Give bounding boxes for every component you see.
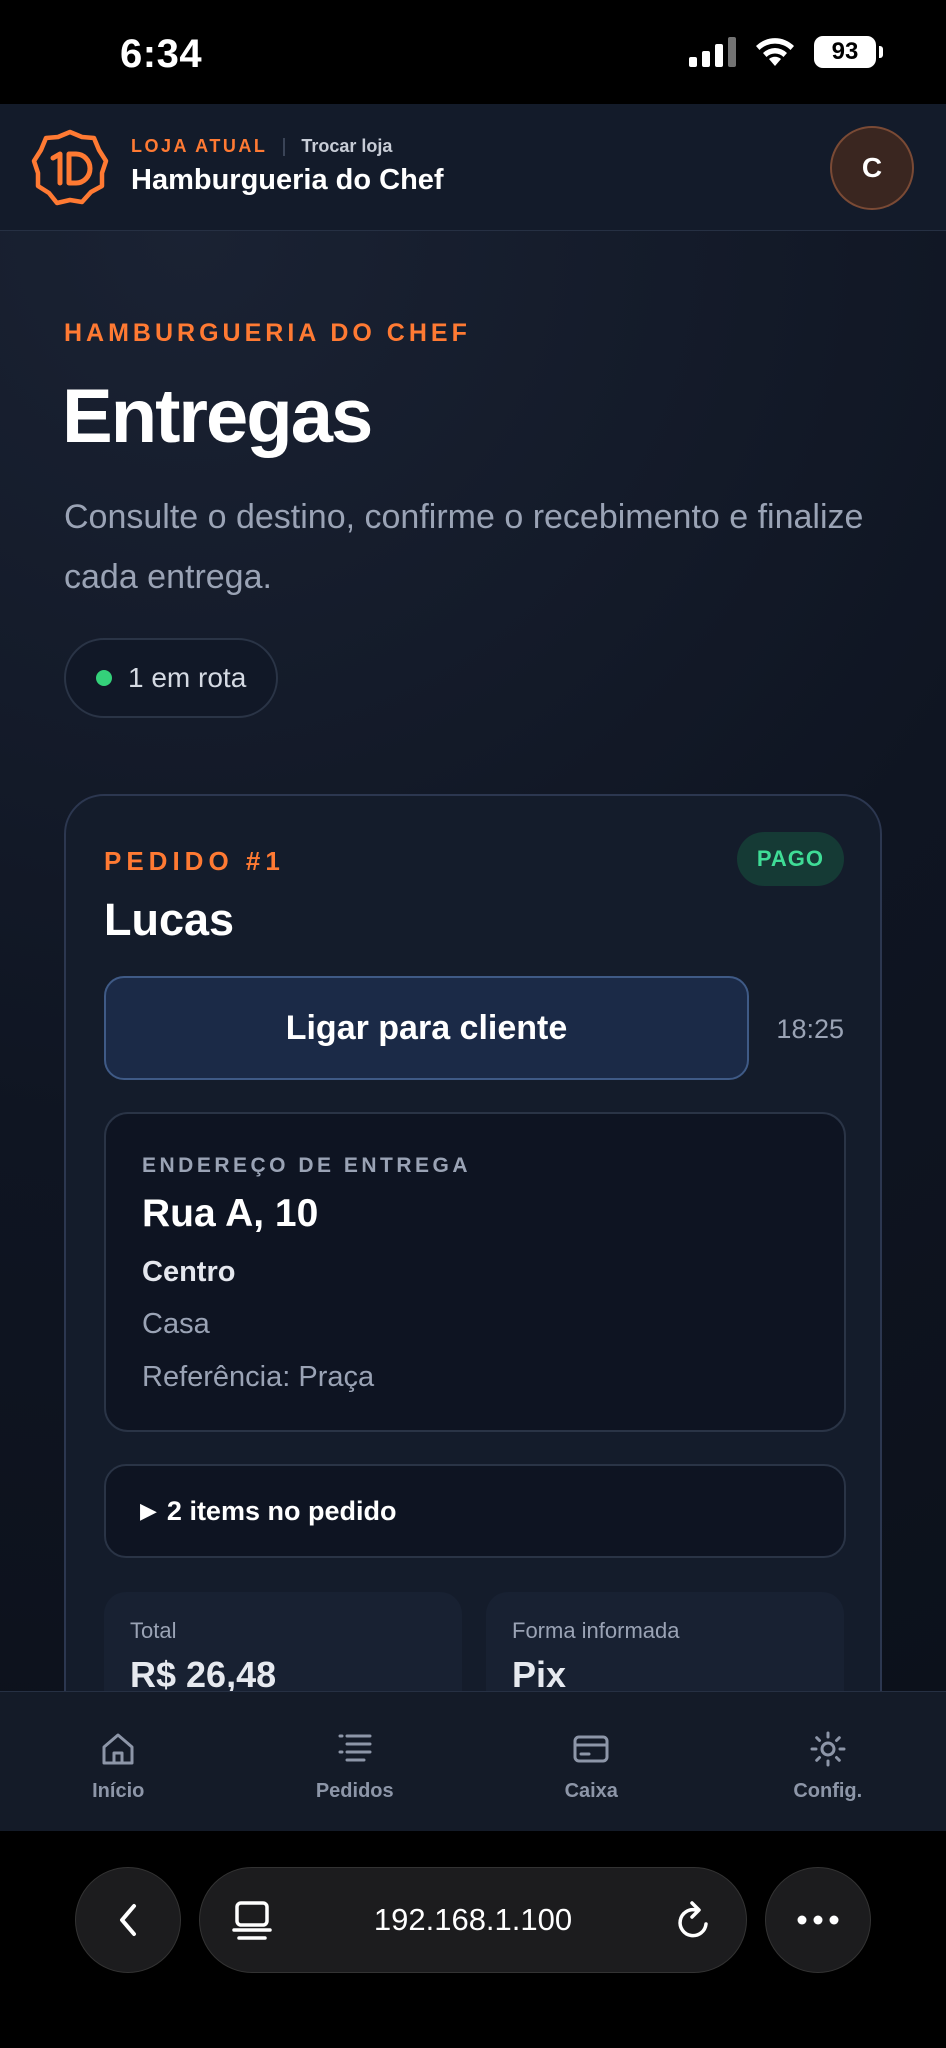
- total-stat: Total R$ 26,48: [104, 1592, 462, 1691]
- page-description: Consulte o destino, confirme o recebimen…: [64, 498, 864, 596]
- card-icon: [573, 1735, 609, 1763]
- total-label: Total: [130, 1618, 177, 1643]
- url-text: 192.168.1.100: [373, 1902, 573, 1937]
- order-card: PEDIDO #1 PAGO Lucas Ligar para cliente …: [64, 794, 882, 1691]
- nav-label: Pedidos: [315, 1780, 394, 1802]
- nav-label: Caixa: [564, 1780, 618, 1802]
- order-items-toggle[interactable]: ▶ 2 items no pedido: [104, 1464, 846, 1558]
- address-bar[interactable]: 192.168.1.100: [199, 1867, 747, 1973]
- signal-icon: [689, 37, 736, 67]
- bottom-nav: Início Pedidos Caixa Config.: [0, 1691, 946, 1831]
- address-district: Centro: [142, 1256, 236, 1288]
- in-route-status-chip: 1 em rota: [64, 638, 279, 718]
- current-store-label: LOJA ATUAL: [131, 136, 268, 156]
- app-header: LOJA ATUAL Trocar loja Hamburgueria do C…: [0, 104, 946, 231]
- expand-triangle-icon: ▶: [140, 1498, 157, 1523]
- more-icon: [797, 1915, 839, 1925]
- nav-label: Config.: [793, 1780, 863, 1802]
- payment-status-badge: PAGO: [736, 832, 844, 886]
- list-icon: [338, 1734, 372, 1762]
- nav-label: Início: [92, 1780, 145, 1802]
- battery-indicator: 93: [814, 36, 883, 68]
- delivery-address-box: ENDEREÇO DE ENTREGA Rua A, 10 Centro Cas…: [104, 1112, 846, 1432]
- main-content[interactable]: HAMBURGUERIA DO CHEF Entregas Consulte o…: [0, 231, 946, 1691]
- status-icons: 93: [689, 36, 883, 68]
- status-chip-label: 1 em rota: [128, 662, 247, 693]
- browser-back-button[interactable]: [75, 1867, 181, 1973]
- store-name: Hamburgueria do Chef: [131, 164, 444, 196]
- home-icon: [102, 1733, 134, 1765]
- address-reference: Referência: Praça: [142, 1361, 375, 1393]
- payment-method-value: Pix: [512, 1654, 567, 1691]
- order-time: 18:25: [776, 1014, 844, 1044]
- payment-method-label: Forma informada: [512, 1618, 680, 1643]
- total-value: R$ 26,48: [130, 1654, 277, 1691]
- nav-item-caixa[interactable]: Caixa: [473, 1692, 710, 1831]
- divider: [283, 137, 286, 156]
- store-logo-icon: [31, 129, 109, 206]
- nav-item-inicio[interactable]: Início: [0, 1692, 237, 1831]
- avatar[interactable]: C: [830, 126, 914, 210]
- browser-more-button[interactable]: [765, 1867, 871, 1973]
- address-complement: Casa: [142, 1308, 210, 1340]
- order-number: PEDIDO #1: [104, 846, 285, 876]
- wifi-icon: [756, 38, 794, 66]
- items-summary: 2 items no pedido: [166, 1495, 397, 1526]
- chevron-left-icon: [120, 1904, 136, 1936]
- payment-method-stat: Forma informada Pix: [486, 1592, 844, 1691]
- clock: 6:34: [120, 32, 203, 76]
- nav-item-pedidos[interactable]: Pedidos: [237, 1692, 474, 1831]
- address-street: Rua A, 10: [142, 1192, 319, 1235]
- switch-store-link[interactable]: Trocar loja: [301, 136, 392, 157]
- store-meta: LOJA ATUAL Trocar loja: [131, 136, 392, 157]
- page-title: Entregas: [62, 374, 373, 459]
- browser-toolbar: 192.168.1.100: [0, 1831, 946, 2048]
- page-eyebrow: HAMBURGUERIA DO CHEF: [64, 319, 471, 347]
- reload-icon[interactable]: [672, 1898, 716, 1944]
- status-bar: 6:34 93: [0, 0, 946, 104]
- nav-item-config[interactable]: Config.: [710, 1692, 946, 1831]
- customer-name: Lucas: [104, 894, 235, 945]
- address-label: ENDEREÇO DE ENTREGA: [142, 1154, 472, 1177]
- status-dot-icon: [96, 670, 112, 686]
- gear-icon: [810, 1731, 846, 1767]
- call-customer-button[interactable]: Ligar para cliente: [104, 976, 749, 1080]
